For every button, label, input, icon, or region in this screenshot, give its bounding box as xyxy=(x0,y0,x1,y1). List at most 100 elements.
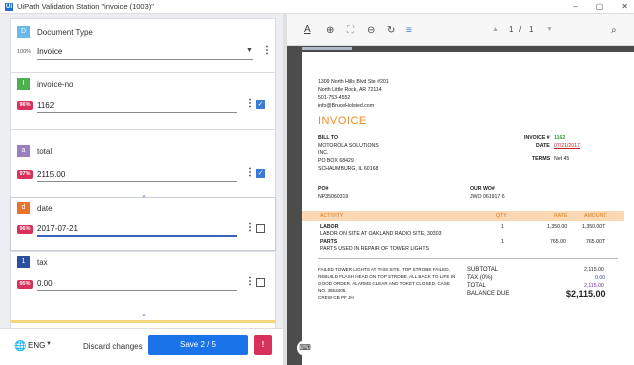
fit-page-icon[interactable]: ⛶ xyxy=(347,25,354,36)
line-item-qty: 1 xyxy=(501,239,504,245)
document-type-select[interactable]: Invoice xyxy=(37,47,62,56)
page-total: 1 xyxy=(529,25,534,34)
date-input[interactable]: 2017-07-21 xyxy=(37,224,78,233)
column-header-amount: AMOUNT xyxy=(584,213,607,219)
input-underline xyxy=(37,290,237,291)
more-options-icon[interactable]: ⋮ xyxy=(245,277,255,287)
terms-value: Net 45 xyxy=(554,156,570,162)
maximize-button[interactable]: ▢ xyxy=(596,0,604,14)
document-viewer: A ⊕ ⛶ ⊖ ↻ ≡ ▲ 1 / 1 ▼ ⌕ 1309 North Hills… xyxy=(287,14,634,365)
date-value: 07/21/2017 xyxy=(554,143,580,149)
field-type-badge: I xyxy=(17,78,30,90)
keyboard-icon[interactable]: ⌨ xyxy=(297,340,313,356)
field-card-date: d date 96% 2017-07-21 ⋮ xyxy=(10,197,276,251)
chevron-down-icon[interactable]: ▼ xyxy=(246,47,253,54)
tax-label: TAX (0%) xyxy=(467,275,493,281)
close-button[interactable]: ✕ xyxy=(621,0,628,14)
bill-to-line: PO BOX 68429 xyxy=(318,158,354,164)
balance-due-label: BALANCE DUE xyxy=(467,291,510,297)
confirm-checkbox[interactable]: ✓ xyxy=(256,100,265,109)
note-line: GOOD ORDER. ALARMS CLEAR AND TOKET CLOSE… xyxy=(318,281,450,286)
balance-due-value: $2,115.00 xyxy=(566,289,606,299)
subtotal-value: 2,115.00 xyxy=(584,267,604,273)
line-item-rate: 1,350.00 xyxy=(547,224,568,230)
field-card-total: a total 97% 2115.00 ⋮ ✓ ⌄ xyxy=(10,129,276,204)
save-button[interactable]: Save 2 / 5 xyxy=(148,335,248,355)
table-header-bar xyxy=(302,211,624,221)
search-icon[interactable]: ⌕ xyxy=(611,25,617,36)
input-underline-focused xyxy=(37,235,237,237)
table-divider xyxy=(318,258,618,259)
text-lines-icon[interactable]: ≡ xyxy=(406,25,412,36)
input-underline xyxy=(37,181,237,182)
confidence-badge: 95% xyxy=(17,280,33,289)
po-value: NP35060319 xyxy=(318,194,349,200)
line-item-amount: 765.00T xyxy=(586,239,606,245)
line-item-amount: 1,350.00T xyxy=(582,224,606,230)
confirm-checkbox[interactable] xyxy=(256,278,265,287)
field-type-badge: d xyxy=(17,202,30,214)
field-label-tax: tax xyxy=(37,258,48,267)
confidence-badge: 96% xyxy=(17,101,33,110)
tax-input[interactable]: 0.00 xyxy=(37,279,53,288)
confidence-badge: 96% xyxy=(17,225,33,234)
document-type-underline xyxy=(37,59,253,60)
invoice-no-input[interactable]: 1162 xyxy=(37,101,54,110)
note-line: REBUILD FLASH HEAD ON TOP STROBE. ALL BA… xyxy=(318,274,456,279)
text-select-icon[interactable]: A xyxy=(304,24,311,35)
line-item-desc: LABOR ON SITE AT OAKLAND RADIO SITE, 303… xyxy=(320,231,442,237)
more-options-icon[interactable]: ⋮ xyxy=(245,99,255,109)
rotate-icon[interactable]: ↻ xyxy=(387,25,395,36)
window-titlebar: Ui UiPath Validation Station "invoice (1… xyxy=(0,0,634,14)
document-type-badge: D xyxy=(17,26,30,38)
field-label-total: total xyxy=(37,147,53,156)
scroll-indicator xyxy=(302,47,352,50)
note-line: NO. 3553405. xyxy=(318,288,347,293)
bill-to-label: BILL TO xyxy=(318,135,338,141)
page-current[interactable]: 1 xyxy=(509,25,513,34)
globe-icon: 🌐 xyxy=(14,341,27,352)
zoom-out-icon[interactable]: ⊖ xyxy=(367,25,375,36)
uipath-app-icon: Ui xyxy=(5,2,13,11)
po-label: PO# xyxy=(318,186,329,192)
invoice-title: INVOICE xyxy=(318,115,367,127)
field-type-badge: a xyxy=(17,145,30,157)
tax-value: 0.00 xyxy=(595,275,606,281)
invoice-no-value: 1162 xyxy=(554,135,566,141)
more-options-icon[interactable]: ⋮ xyxy=(245,168,255,178)
confidence-badge: 97% xyxy=(17,170,33,179)
terms-label: TERMS xyxy=(532,156,551,162)
previous-page-icon[interactable]: ▲ xyxy=(492,26,499,33)
total-input[interactable]: 2115.00 xyxy=(37,170,65,179)
our-wo-label: OUR WO# xyxy=(470,186,495,192)
window-title: UiPath Validation Station "invoice (1003… xyxy=(17,2,154,11)
viewer-toolbar: A ⊕ ⛶ ⊖ ↻ ≡ ▲ 1 / 1 ▼ ⌕ xyxy=(287,14,634,46)
confirm-checkbox[interactable] xyxy=(256,224,265,233)
more-options-icon[interactable]: ⋮ xyxy=(245,223,255,233)
field-card-invoice-no: I invoice-no 96% 1162 ⋮ ✓ xyxy=(10,72,276,135)
total-label: TOTAL xyxy=(467,283,486,289)
more-options-icon[interactable]: ⋮ xyxy=(262,46,272,56)
invoice-no-label: INVOICE # xyxy=(524,135,550,141)
expand-chevron-icon[interactable]: ⌄ xyxy=(141,310,147,318)
chevron-down-icon[interactable]: ▼ xyxy=(46,341,52,347)
bill-to-line: MOTOROLA SOLUTIONS xyxy=(318,143,379,149)
next-page-icon[interactable]: ▼ xyxy=(546,26,553,33)
company-phone: 501-753-4552 xyxy=(318,95,351,101)
bill-to-line: INC. xyxy=(318,150,329,156)
document-type-card: D Document Type 100% Invoice ▼ ⋮ xyxy=(10,18,276,76)
company-email: info@BruceHolsted.com xyxy=(318,103,375,109)
field-label-invoice-no: invoice-no xyxy=(37,80,74,89)
note-line: CREW CB PF JH xyxy=(318,295,354,300)
confirm-checkbox[interactable]: ✓ xyxy=(256,169,265,178)
language-select[interactable]: ENG xyxy=(28,341,45,350)
minimize-button[interactable]: – xyxy=(573,0,577,14)
validation-errors-button[interactable]: ! xyxy=(254,335,272,355)
field-label-date: date xyxy=(37,204,53,213)
line-item-desc: PARTS USED IN REPAIR OF TOWER LIGHTS xyxy=(320,246,430,252)
company-address-line: 1309 North Hills Blvd Ste #201 xyxy=(318,79,389,85)
zoom-in-icon[interactable]: ⊕ xyxy=(326,25,334,36)
discard-changes-button[interactable]: Discard changes xyxy=(83,342,143,351)
field-type-badge: 1 xyxy=(17,256,30,268)
company-address-line: North Little Rock, AR 72114 xyxy=(318,87,382,93)
